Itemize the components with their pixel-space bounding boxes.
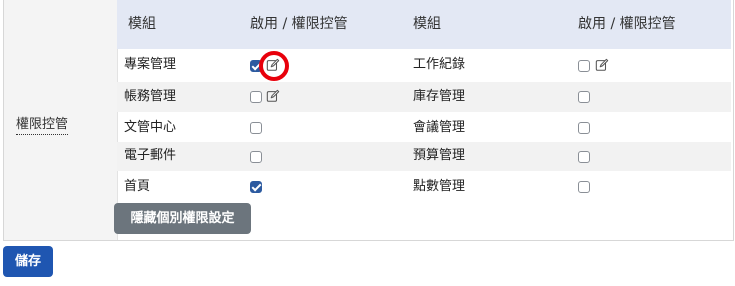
enable-checkbox[interactable]: [250, 151, 262, 163]
highlight-ring: [259, 51, 289, 81]
section-label: 權限控管: [16, 116, 69, 135]
module-name: 首頁: [124, 179, 151, 194]
hide-permission-settings-button[interactable]: 隱藏個別權限設定: [114, 203, 251, 234]
enable-checkbox[interactable]: [578, 122, 590, 134]
header-enable-2: 啟用 / 權限控管: [578, 16, 676, 32]
table-row: 專案管理 工作紀錄: [117, 49, 731, 82]
enable-checkbox[interactable]: [578, 60, 590, 72]
table-row: 首頁 點數管理: [117, 171, 731, 201]
enable-checkbox[interactable]: [250, 91, 262, 103]
table-row: 文管中心 會議管理: [117, 112, 731, 142]
table-row: 電子郵件 預算管理: [117, 142, 731, 171]
module-name: 會議管理: [413, 120, 466, 135]
table-header: 模組 啟用 / 權限控管 模組 啟用 / 權限控管: [117, 0, 731, 49]
header-module-2: 模組: [413, 16, 441, 32]
module-name: 預算管理: [413, 148, 466, 163]
permission-panel: 權限控管 模組 啟用 / 權限控管 模組 啟用 / 權限控管 專案管理 工作紀錄…: [3, 0, 734, 241]
module-name: 工作紀錄: [413, 57, 466, 72]
header-module-1: 模組: [128, 16, 156, 32]
module-name: 專案管理: [124, 57, 177, 72]
module-name: 帳務管理: [124, 89, 177, 104]
save-button[interactable]: 儲存: [3, 246, 53, 277]
edit-icon[interactable]: [266, 89, 280, 103]
table-row: 帳務管理 庫存管理: [117, 82, 731, 112]
enable-checkbox[interactable]: [578, 91, 590, 103]
module-name: 文管中心: [124, 120, 177, 135]
module-name: 庫存管理: [413, 89, 466, 104]
enable-checkbox[interactable]: [578, 181, 590, 193]
module-name: 點數管理: [413, 179, 466, 194]
enable-checkbox[interactable]: [578, 151, 590, 163]
module-name: 電子郵件: [124, 148, 177, 163]
enable-checkbox[interactable]: [250, 181, 262, 193]
enable-checkbox[interactable]: [250, 122, 262, 134]
section-label-column: 權限控管: [4, 0, 118, 240]
edit-icon[interactable]: [595, 58, 609, 72]
header-enable-1: 啟用 / 權限控管: [250, 16, 348, 32]
